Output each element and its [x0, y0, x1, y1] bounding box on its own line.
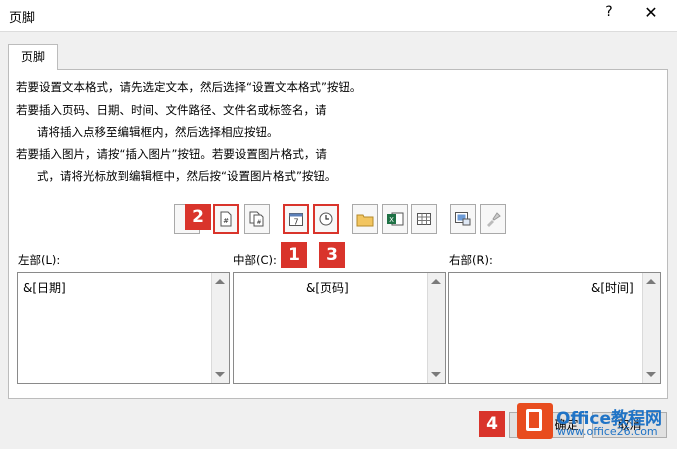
close-button[interactable]: ✕	[640, 3, 662, 25]
title-bar	[0, 0, 677, 31]
instruction-line-5: 式，请将光标放到编辑框中，然后按“设置图片格式”按钮。	[37, 169, 337, 183]
date-icon: 7	[289, 213, 303, 227]
right-section-input[interactable]: &[时间]	[448, 272, 661, 384]
insert-date-button[interactable]: 7	[283, 204, 309, 234]
format-picture-icon	[487, 212, 501, 227]
center-section-input[interactable]: &[页码]	[233, 272, 446, 384]
office-logo-icon	[517, 403, 553, 439]
instruction-line-4: 若要插入图片，请按“插入图片”按钮。若要设置图片格式，请	[16, 147, 327, 161]
tab-footer[interactable]: 页脚	[8, 44, 58, 70]
file-name-icon: X	[387, 212, 404, 226]
time-icon	[319, 212, 333, 226]
badge-4: 4	[479, 411, 505, 437]
right-section-label: 右部(R):	[449, 253, 493, 267]
center-section-value: &[页码]	[306, 281, 349, 295]
svg-text:#: #	[223, 217, 229, 225]
insert-time-button[interactable]	[313, 204, 339, 234]
left-section-label: 左部(L):	[18, 253, 61, 267]
page-count-icon: #	[249, 211, 264, 227]
left-section-value: &[日期]	[23, 281, 66, 295]
left-section-scrollbar[interactable]	[211, 273, 229, 383]
right-section-value: &[时间]	[591, 281, 634, 295]
insert-file-path-button[interactable]	[352, 204, 378, 234]
scroll-up-icon[interactable]	[215, 279, 225, 284]
scroll-up-icon[interactable]	[431, 279, 441, 284]
instruction-line-3: 请将插入点移至编辑框内，然后选择相应按钮。	[37, 125, 279, 139]
scroll-down-icon[interactable]	[646, 372, 656, 377]
left-section-input[interactable]: &[日期]	[17, 272, 230, 384]
center-section-label: 中部(C):	[233, 253, 277, 267]
insert-page-count-button[interactable]: #	[244, 204, 270, 234]
instruction-line-1: 若要设置文本格式，请先选定文本，然后选择“设置文本格式”按钮。	[16, 80, 362, 94]
right-section-scrollbar[interactable]	[642, 273, 660, 383]
svg-text:X: X	[389, 216, 394, 224]
page-number-icon: #	[220, 211, 232, 227]
center-section-scrollbar[interactable]	[427, 273, 445, 383]
insert-page-number-button[interactable]: #	[213, 204, 239, 234]
svg-text:#: #	[256, 219, 261, 226]
svg-text:7: 7	[293, 218, 298, 227]
badge-1: 1	[281, 242, 307, 268]
insert-sheet-name-button[interactable]	[411, 204, 437, 234]
badge-3: 3	[319, 242, 345, 268]
badge-2: 2	[185, 204, 211, 230]
help-button[interactable]: ?	[599, 4, 619, 26]
scroll-down-icon[interactable]	[215, 372, 225, 377]
scroll-down-icon[interactable]	[431, 372, 441, 377]
watermark-url: www.office26.com	[557, 425, 658, 438]
insert-picture-icon	[455, 212, 471, 226]
insert-file-name-button[interactable]: X	[382, 204, 408, 234]
sheet-name-icon	[417, 213, 431, 225]
dialog-title: 页脚	[9, 11, 36, 26]
instruction-line-2: 若要插入页码、日期、时间、文件路径、文件名或标签名，请	[16, 103, 327, 117]
file-path-icon	[356, 214, 374, 227]
scroll-up-icon[interactable]	[646, 279, 656, 284]
insert-picture-button[interactable]	[450, 204, 476, 234]
format-picture-button[interactable]	[480, 204, 506, 234]
